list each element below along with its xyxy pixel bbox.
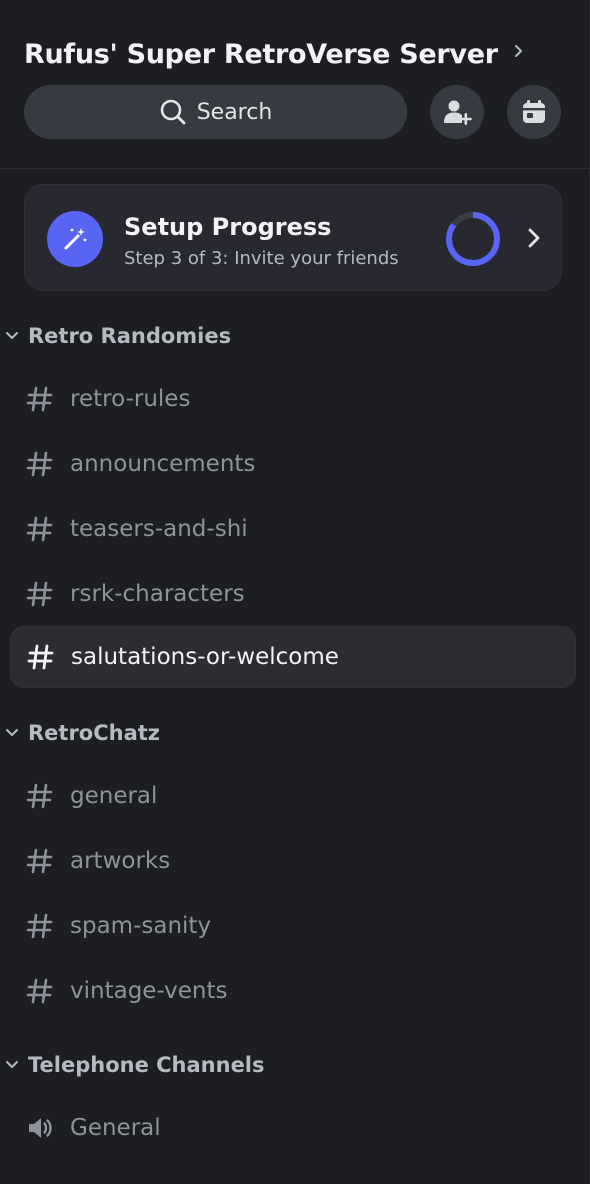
invite-members-button[interactable] <box>430 85 484 139</box>
hash-icon <box>26 386 53 412</box>
server-header[interactable]: Rufus' Super RetroVerse Server <box>24 34 565 74</box>
search-button[interactable]: Search <box>24 85 407 139</box>
channel-salutations-or-welcome[interactable]: salutations-or-welcome <box>10 626 576 688</box>
search-icon <box>160 99 186 125</box>
hash-icon <box>26 581 53 607</box>
channel-label: artworks <box>70 848 171 874</box>
channel-teasers-and-shi[interactable]: teasers-and-shi <box>10 498 576 560</box>
channel-general[interactable]: general <box>10 765 576 827</box>
chevron-right-icon <box>514 45 522 57</box>
channel-artworks[interactable]: artworks <box>10 830 576 892</box>
channel-label: general <box>70 783 158 809</box>
category-retrochatz[interactable]: RetroChatz <box>4 718 160 748</box>
search-label: Search <box>196 99 273 125</box>
channel-announcements[interactable]: announcements <box>10 433 576 495</box>
setup-subtitle: Step 3 of 3: Invite your friends <box>124 248 399 269</box>
setup-progress-card[interactable]: Setup Progress Step 3 of 3: Invite your … <box>24 184 562 291</box>
progress-ring <box>446 212 500 266</box>
channel-label: teasers-and-shi <box>70 516 248 542</box>
setup-title: Setup Progress <box>124 213 332 241</box>
chevron-right-icon <box>528 228 540 248</box>
voice-channel-general[interactable]: General <box>10 1097 576 1159</box>
channel-rsrk-characters[interactable]: rsrk-characters <box>10 563 576 625</box>
channel-label: spam-sanity <box>70 913 212 939</box>
category-retro-randomies[interactable]: Retro Randomies <box>4 321 231 351</box>
channel-retro-rules[interactable]: retro-rules <box>10 368 576 430</box>
hash-icon <box>26 783 53 809</box>
speaker-icon <box>29 1118 52 1138</box>
hash-icon <box>26 451 53 477</box>
events-button[interactable] <box>507 85 561 139</box>
category-label: Telephone Channels <box>28 1053 265 1077</box>
hash-icon <box>27 644 54 670</box>
hash-icon <box>26 913 53 939</box>
channel-label: vintage-vents <box>70 978 228 1004</box>
header-divider <box>0 168 589 169</box>
category-label: RetroChatz <box>28 721 161 745</box>
chevron-down-icon <box>6 1061 18 1068</box>
channel-label: announcements <box>70 451 256 477</box>
channel-label: salutations-or-welcome <box>71 644 339 670</box>
channel-spam-sanity[interactable]: spam-sanity <box>10 895 576 957</box>
chevron-down-icon <box>6 729 18 736</box>
channel-label: General <box>70 1115 161 1141</box>
magic-wand-icon <box>47 211 103 267</box>
chevron-down-icon <box>6 332 18 339</box>
hash-icon <box>26 848 53 874</box>
server-toolbar: Search <box>24 85 564 139</box>
channel-sidebar: Rufus' Super RetroVerse Server Search Se… <box>0 0 590 1184</box>
category-label: Retro Randomies <box>28 324 232 348</box>
channel-label: retro-rules <box>70 386 191 412</box>
category-telephone-channels[interactable]: Telephone Channels <box>4 1050 265 1080</box>
server-name[interactable]: Rufus' Super RetroVerse Server <box>24 39 498 70</box>
hash-icon <box>26 978 53 1004</box>
channel-vintage-vents[interactable]: vintage-vents <box>10 960 576 1022</box>
calendar-icon <box>523 100 545 123</box>
channel-label: rsrk-characters <box>70 581 245 607</box>
add-member-icon <box>444 100 472 125</box>
hash-icon <box>26 516 53 542</box>
